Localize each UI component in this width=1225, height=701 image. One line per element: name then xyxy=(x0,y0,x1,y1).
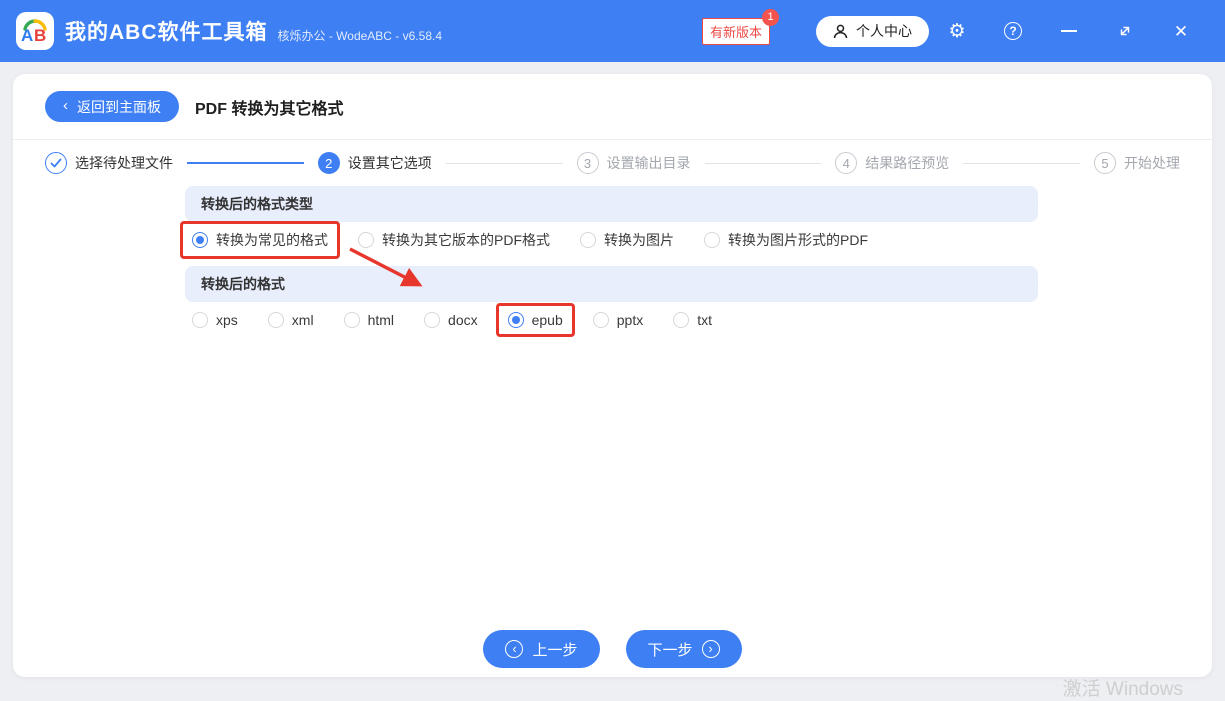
radio-icon xyxy=(592,312,609,328)
radio-selected-icon xyxy=(192,232,208,248)
step-connector xyxy=(963,162,1080,164)
step-label: 设置其它选项 xyxy=(347,155,432,171)
title-bar: A B 我的ABC软件工具箱 核烁办公 - WodeABC - v6.58.4 … xyxy=(0,0,1225,62)
radio-icon xyxy=(267,312,284,328)
radio-icon xyxy=(424,312,441,328)
radio-option-label: 转换为图片形式的PDF xyxy=(728,232,868,248)
new-version-badge[interactable]: 有新版本 1 xyxy=(701,8,779,45)
radio-group-2: xps xml html docx epub pptx txt xyxy=(185,302,1038,338)
user-center-label: 个人中心 xyxy=(856,23,912,39)
radio-option-txt[interactable]: txt xyxy=(673,312,712,328)
radio-icon xyxy=(580,232,596,248)
radio-option-转换为图片形式的PDF[interactable]: 转换为图片形式的PDF xyxy=(704,230,868,250)
circle-chevron-right-icon: › xyxy=(701,640,720,658)
minimize-button[interactable] xyxy=(1041,30,1097,32)
minimize-icon xyxy=(1061,30,1077,32)
close-button[interactable]: ✕ xyxy=(1153,23,1209,40)
step-4: 4 结果路径预览 xyxy=(835,152,949,174)
radio-option-xml[interactable]: xml xyxy=(267,312,314,328)
radio-option-转换为图片[interactable]: 转换为图片 xyxy=(580,230,674,250)
svg-text:A: A xyxy=(21,26,33,45)
radio-selected-icon xyxy=(507,312,524,328)
circle-chevron-left-icon: ‹ xyxy=(505,640,524,658)
radio-option-label: html xyxy=(367,312,395,328)
radio-icon xyxy=(673,312,690,328)
radio-option-label: 转换为图片 xyxy=(604,232,674,248)
radio-icon xyxy=(704,232,720,248)
radio-option-pptx[interactable]: pptx xyxy=(592,312,644,328)
step-5: 5 开始处理 xyxy=(1094,152,1180,174)
back-to-dashboard-button[interactable]: ‹ 返回到主面板 xyxy=(45,91,179,122)
step-1: 选择待处理文件 xyxy=(45,152,173,174)
step-indicator: 选择待处理文件 2 设置其它选项 3 设置输出目录 4 结果路径预览 5 开始处理 xyxy=(13,140,1212,186)
radio-option-label: xml xyxy=(291,312,314,328)
radio-icon xyxy=(343,312,360,328)
expand-icon xyxy=(1120,26,1130,36)
step-label: 开始处理 xyxy=(1124,155,1180,171)
activate-windows-watermark: 激活 Windows xyxy=(1062,679,1183,700)
next-step-button[interactable]: 下一步 › xyxy=(625,630,742,668)
step-number: 4 xyxy=(835,152,858,174)
new-version-label: 有新版本 xyxy=(709,24,762,40)
radio-group-1: 转换为常见的格式 转换为其它版本的PDF格式 转换为图片 转换为图片形式的PDF xyxy=(180,221,1038,259)
group-title: 转换后的格式类型 xyxy=(185,186,1038,222)
check-icon xyxy=(45,152,67,174)
page-header: ‹ 返回到主面板 PDF 转换为其它格式 xyxy=(13,74,1212,140)
option-groups: 转换后的格式类型转换为常见的格式 转换为其它版本的PDF格式 转换为图片 转换为图片形… xyxy=(180,186,1038,338)
step-2: 2 设置其它选项 xyxy=(317,152,432,174)
app-title: 我的ABC软件工具箱 xyxy=(65,21,268,44)
app-logo-icon: A B xyxy=(16,12,54,50)
radio-option-label: epub xyxy=(531,312,563,328)
back-button-label: 返回到主面板 xyxy=(77,98,161,115)
help-button[interactable]: ? xyxy=(985,22,1041,40)
radio-option-label: pptx xyxy=(616,312,644,328)
app-subtitle: 核烁办公 - WodeABC - v6.58.4 xyxy=(277,28,443,43)
step-number: 5 xyxy=(1094,152,1116,174)
svg-text:B: B xyxy=(34,26,46,45)
step-3: 3 设置输出目录 xyxy=(576,152,691,174)
step-label: 结果路径预览 xyxy=(865,155,950,171)
step-connector xyxy=(187,162,304,164)
settings-button[interactable]: ⚙ xyxy=(929,22,985,41)
chevron-left-icon: ‹ xyxy=(63,97,68,114)
radio-option-label: docx xyxy=(448,312,478,328)
gear-icon: ⚙ xyxy=(948,20,966,42)
radio-option-docx[interactable]: docx xyxy=(424,312,478,328)
radio-option-label: 转换为其它版本的PDF格式 xyxy=(382,232,550,248)
radio-option-label: txt xyxy=(697,312,713,328)
step-connector xyxy=(445,162,563,164)
radio-option-html[interactable]: html xyxy=(343,312,395,328)
next-step-label: 下一步 xyxy=(647,641,693,659)
group-title: 转换后的格式 xyxy=(185,266,1038,302)
question-icon: ? xyxy=(1004,22,1022,40)
radio-icon xyxy=(192,312,208,328)
radio-option-label: 转换为常见的格式 xyxy=(216,232,328,248)
radio-option-xps[interactable]: xps xyxy=(192,312,238,328)
user-center-button[interactable]: 个人中心 xyxy=(816,15,929,47)
prev-step-label: 上一步 xyxy=(532,641,578,659)
step-number: 2 xyxy=(317,152,340,174)
radio-option-epub[interactable]: epub xyxy=(495,303,575,337)
close-icon: ✕ xyxy=(1173,21,1189,41)
radio-option-转换为常见的格式[interactable]: 转换为常见的格式 xyxy=(180,221,340,259)
step-number: 3 xyxy=(576,152,599,174)
titlebar-actions: 有新版本 1 个人中心 ⚙ ? ✕ xyxy=(701,8,1209,47)
maximize-button[interactable] xyxy=(1097,22,1153,40)
person-icon xyxy=(833,24,848,38)
prev-step-button[interactable]: ‹ 上一步 xyxy=(483,630,600,668)
radio-option-转换为其它版本的PDF格式[interactable]: 转换为其它版本的PDF格式 xyxy=(358,230,550,250)
step-connector xyxy=(704,162,822,164)
radio-option-label: xps xyxy=(216,312,238,328)
wizard-footer: ‹ 上一步 下一步 › xyxy=(13,630,1212,668)
step-label: 选择待处理文件 xyxy=(75,155,173,171)
page-title: PDF 转换为其它格式 xyxy=(195,100,344,118)
radio-icon xyxy=(358,232,374,248)
app-window: { "colors": { "accent": "#3e7ff4", "anno… xyxy=(0,0,1225,700)
main-panel: ‹ 返回到主面板 PDF 转换为其它格式 选择待处理文件 2 设置其它选项 3 设置输出… xyxy=(13,74,1212,677)
step-label: 设置输出目录 xyxy=(606,155,691,171)
notification-count-badge: 1 xyxy=(762,8,779,26)
